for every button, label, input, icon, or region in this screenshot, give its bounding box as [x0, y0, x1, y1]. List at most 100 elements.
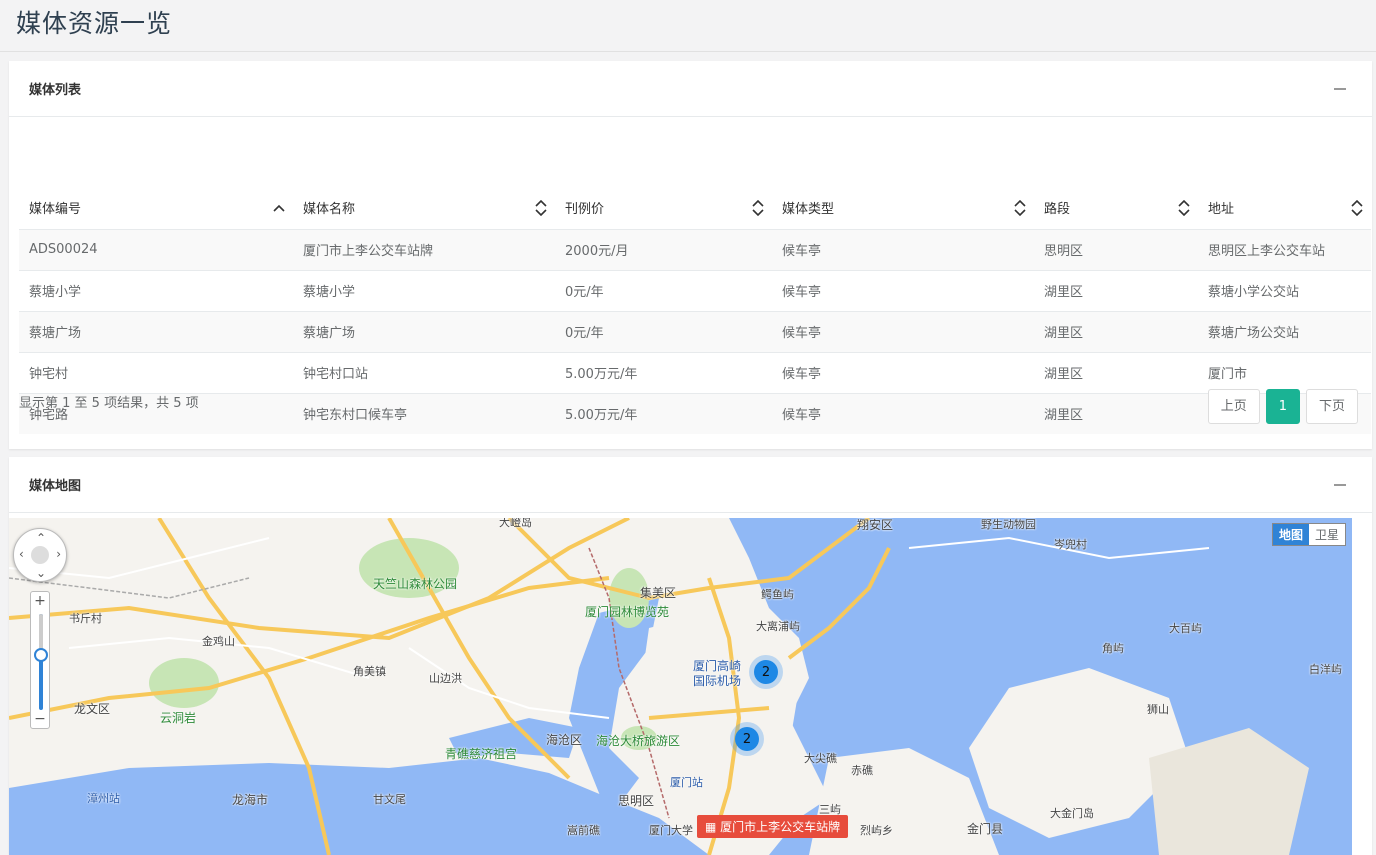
sort-icon[interactable] [1351, 200, 1363, 216]
map-label: 赤礁 [851, 764, 873, 777]
media-list-header: 媒体列表 [9, 61, 1372, 117]
column-label: 媒体名称 [303, 202, 356, 218]
map-cluster[interactable]: 2 [730, 722, 764, 756]
table-cell: 蔡塘小学 [293, 269, 555, 311]
map-label: 白洋屿 [1309, 663, 1342, 676]
table-cell: 厦门市上李公交车站牌 [293, 228, 555, 270]
map-label: 国际机场 [693, 674, 742, 688]
table-cell: 厦门市 [1198, 351, 1371, 393]
zoom-in-button[interactable]: + [31, 592, 49, 610]
sort-icon[interactable] [1178, 200, 1190, 216]
media-marker-label[interactable]: ▦ 厦门市上李公交车站牌 [697, 815, 849, 838]
pan-left-icon[interactable]: ‹ [19, 547, 24, 561]
table-row[interactable]: 蔡塘广场 蔡塘广场 0元/年 候车亭 湖里区 蔡塘广场公交站 [19, 310, 1371, 352]
map-canvas[interactable]: 翔安区 野生动物园 岑兜村 天竺山森林公园 集美区 厦门园林博览苑 鳄鱼屿 大嶝… [9, 518, 1352, 855]
map-label: 鳄鱼屿 [761, 588, 794, 601]
map-label: 天竺山森林公园 [373, 577, 458, 591]
table-cell: 思明区 [1034, 228, 1198, 270]
zoom-out-button[interactable]: − [31, 710, 49, 728]
map-label: 云洞岩 [160, 711, 197, 725]
table-cell: 0元/年 [555, 310, 772, 352]
column-header-media-type[interactable]: 媒体类型 [772, 187, 1034, 230]
media-map-header: 媒体地图 [9, 457, 1372, 513]
table-cell: 候车亭 [772, 392, 1034, 434]
sort-icon[interactable] [1014, 200, 1026, 216]
map-label: 野生动物园 [981, 518, 1036, 531]
map-cluster[interactable]: 2 [749, 655, 783, 689]
table-cell: 蔡塘小学 [19, 269, 293, 311]
next-page-button[interactable]: 下页 [1305, 389, 1358, 424]
map-label: 海沧区 [546, 733, 583, 747]
map-base [9, 518, 1352, 855]
table-cell: 钟宅东村口候车亭 [293, 392, 555, 434]
sort-icon[interactable] [535, 200, 547, 216]
map-type-map-button[interactable]: 地图 [1272, 524, 1309, 545]
table-cell: ADS00024 [19, 228, 293, 270]
cluster-count: 2 [735, 727, 759, 751]
pan-up-icon[interactable]: ⌃ [36, 531, 46, 545]
map-label: 漳州站 [87, 792, 120, 805]
map-label: 狮山 [1147, 703, 1169, 716]
table-cell: 蔡塘广场公交站 [1198, 310, 1371, 352]
table-cell: 思明区上李公交车站 [1198, 228, 1371, 270]
table-cell: 蔡塘广场 [19, 310, 293, 352]
map-label: 大离浦屿 [756, 620, 800, 633]
map-label: 思明区 [618, 794, 655, 808]
collapse-icon[interactable] [1334, 483, 1346, 486]
column-header-media-name[interactable]: 媒体名称 [293, 187, 555, 230]
table-cell: 钟宅村 [19, 351, 293, 393]
map-label: 金鸡山 [202, 635, 235, 648]
table-info: 显示第 1 至 5 项结果，共 5 项 [19, 396, 199, 411]
table-row[interactable]: ADS00024 厦门市上李公交车站牌 2000元/月 候车亭 思明区 思明区上… [19, 228, 1371, 270]
pan-right-icon[interactable]: › [56, 547, 61, 561]
pagination: 上页 1 下页 [1207, 389, 1358, 424]
map-label: 大尖礁 [804, 752, 837, 765]
table-cell: 5.00万元/年 [555, 392, 772, 434]
table-row[interactable]: 蔡塘小学 蔡塘小学 0元/年 候车亭 湖里区 蔡塘小学公交站 [19, 269, 1371, 311]
sort-asc-icon[interactable] [273, 200, 285, 216]
media-table: 媒体编号 媒体名称 刊例价 媒体类型 路段 地址 ADS00024 厦门市上李公… [19, 187, 1371, 434]
zoom-slider-handle[interactable] [34, 648, 48, 662]
page-1-button[interactable]: 1 [1265, 389, 1300, 424]
pan-control[interactable]: ⌃ ‹ › ⌄ [13, 528, 67, 582]
column-header-price[interactable]: 刊例价 [555, 187, 772, 230]
map-label: 甘文尾 [373, 793, 406, 806]
map-type-satellite-button[interactable]: 卫星 [1309, 524, 1345, 545]
table-cell: 0元/年 [555, 269, 772, 311]
column-header-road[interactable]: 路段 [1034, 187, 1198, 230]
park [149, 658, 219, 708]
map-label: 书斤村 [69, 612, 102, 625]
table-cell: 候车亭 [772, 351, 1034, 393]
column-label: 刊例价 [565, 202, 605, 218]
page-header: 媒体资源一览 [0, 0, 1376, 52]
map-label: 山边洪 [429, 672, 462, 685]
column-label: 地址 [1208, 202, 1235, 218]
page-title: 媒体资源一览 [16, 9, 173, 38]
column-label: 媒体类型 [782, 202, 835, 218]
table-row[interactable]: 钟宅村 钟宅村口站 5.00万元/年 候车亭 湖里区 厦门市 [19, 351, 1371, 393]
table-row[interactable]: 钟宅路 钟宅东村口候车亭 5.00万元/年 候车亭 湖里区 厦门市 [19, 392, 1371, 434]
column-label: 路段 [1044, 202, 1071, 218]
column-header-address[interactable]: 地址 [1198, 187, 1371, 230]
table-cell: 候车亭 [772, 269, 1034, 311]
table-cell: 湖里区 [1034, 310, 1198, 352]
map-label: 金门县 [967, 822, 1004, 836]
column-header-media-id[interactable]: 媒体编号 [19, 187, 293, 230]
cluster-count: 2 [754, 660, 778, 684]
table-cell: 候车亭 [772, 310, 1034, 352]
prev-page-button[interactable]: 上页 [1207, 389, 1260, 424]
pan-down-icon[interactable]: ⌄ [36, 566, 46, 580]
table-cell: 5.00万元/年 [555, 351, 772, 393]
map-label: 角美镇 [353, 665, 386, 678]
media-map-panel: 媒体地图 翔安区 野生动物园 岑兜村 天竺山森林公园 集美区 厦门园林博览苑 鳄… [9, 457, 1372, 855]
map-icon: ▦ [705, 820, 721, 834]
table-cell: 湖里区 [1034, 269, 1198, 311]
map-label: 嵩前礁 [567, 824, 600, 837]
sort-icon[interactable] [752, 200, 764, 216]
zoom-control: + − [30, 591, 50, 729]
media-list-panel: 媒体列表 媒体编号 媒体名称 刊例价 媒体类型 路段 地址 ADS00024 厦… [9, 61, 1372, 449]
map-label: 厦门站 [670, 776, 703, 789]
collapse-icon[interactable] [1334, 87, 1346, 90]
map-label: 龙海市 [232, 793, 269, 807]
map-label: 翔安区 [857, 518, 894, 532]
